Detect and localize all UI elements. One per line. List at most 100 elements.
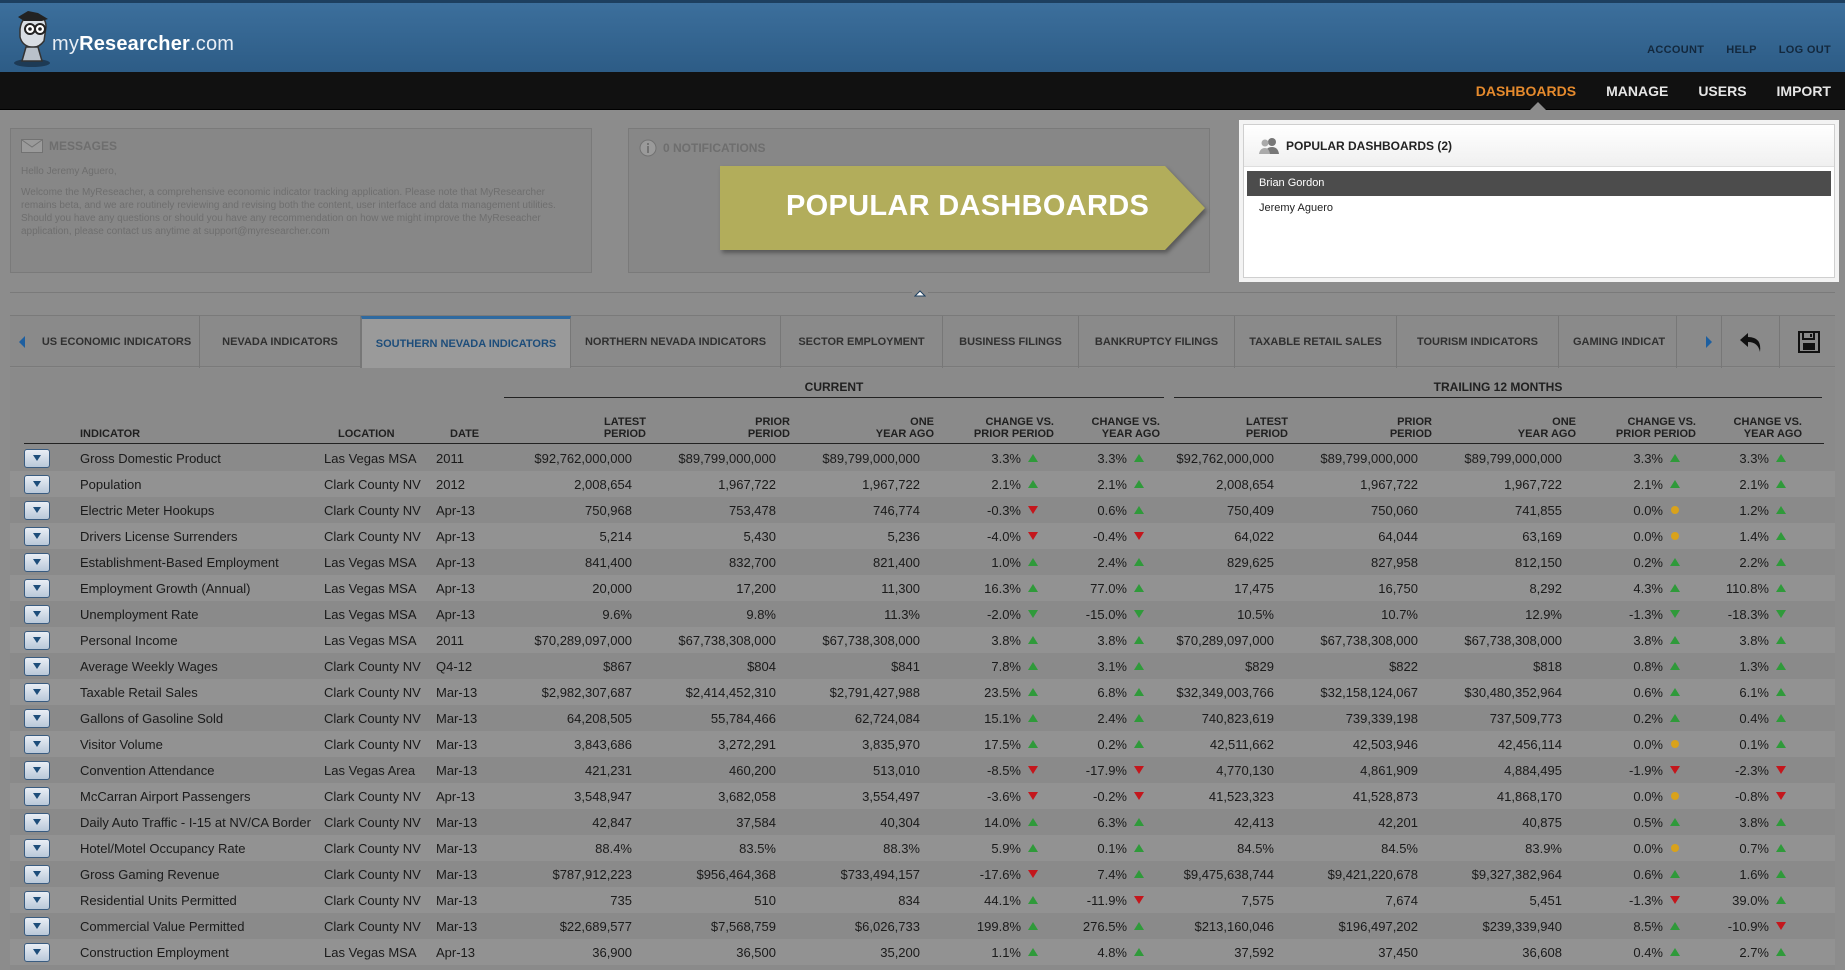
table-row[interactable]: Personal Income Las Vegas MSA 2011 $70,289,…	[10, 627, 1835, 653]
col-oneyear-current[interactable]: ONE YEAR AGO	[790, 410, 934, 443]
row-expand-button[interactable]	[24, 552, 50, 572]
account-link[interactable]: ACCOUNT	[1647, 44, 1704, 56]
indicator-name[interactable]: Residential Units Permitted	[66, 893, 324, 908]
indicator-name[interactable]: Commercial Value Permitted	[66, 919, 324, 934]
tab-taxable-retail-sales[interactable]: TAXABLE RETAIL SALES	[1235, 316, 1397, 368]
table-row[interactable]: Average Weekly Wages Clark County NV Q4-12…	[10, 653, 1835, 679]
row-expand-button[interactable]	[24, 474, 50, 494]
nav-dashboards[interactable]: DASHBOARDS	[1476, 83, 1576, 99]
indicator-name[interactable]: Personal Income	[66, 633, 324, 648]
col-prior-trailing[interactable]: PRIOR PERIOD	[1288, 410, 1432, 443]
col-chgyear-trailing[interactable]: CHANGE VS. YEAR AGO	[1696, 410, 1802, 443]
row-expand-button[interactable]	[24, 500, 50, 520]
indicator-name[interactable]: Employment Growth (Annual)	[66, 581, 324, 596]
tab-nevada-indicators[interactable]: NEVADA INDICATORS	[200, 316, 361, 368]
indicator-name[interactable]: Convention Attendance	[66, 763, 324, 778]
table-row[interactable]: Establishment-Based Employment Las Vegas …	[10, 549, 1835, 575]
nav-users[interactable]: USERS	[1698, 83, 1746, 99]
indicator-name[interactable]: Daily Auto Traffic - I-15 at NV/CA Borde…	[66, 815, 324, 830]
row-expand-button[interactable]	[24, 838, 50, 858]
site-logo-text[interactable]: myResearcher.com	[52, 33, 234, 56]
indicator-name[interactable]: Drivers License Surrenders	[66, 529, 324, 544]
col-chgprior-trailing[interactable]: CHANGE VS. PRIOR PERIOD	[1576, 410, 1696, 443]
row-expand-button[interactable]	[24, 708, 50, 728]
table-row[interactable]: Hotel/Motel Occupancy Rate Clark County N…	[10, 835, 1835, 861]
indicator-name[interactable]: Hotel/Motel Occupancy Rate	[66, 841, 324, 856]
nav-manage[interactable]: MANAGE	[1606, 83, 1668, 99]
table-row[interactable]: Drivers License Surrenders Clark County N…	[10, 523, 1835, 549]
indicator-name[interactable]: Population	[66, 477, 324, 492]
table-row[interactable]: McCarran Airport Passengers Clark County …	[10, 783, 1835, 809]
table-row[interactable]: Visitor Volume Clark County NV Mar-13 3,843…	[10, 731, 1835, 757]
indicator-name[interactable]: Taxable Retail Sales	[66, 685, 324, 700]
table-row[interactable]: Commercial Value Permitted Clark County N…	[10, 913, 1835, 939]
col-latest-current[interactable]: LATEST PERIOD	[510, 410, 646, 443]
row-expand-button[interactable]	[24, 526, 50, 546]
tabs-scroll-left[interactable]	[10, 316, 34, 368]
nav-import[interactable]: IMPORT	[1777, 83, 1831, 99]
row-expand-button[interactable]	[24, 630, 50, 650]
row-expand-button[interactable]	[24, 682, 50, 702]
researcher-mascot-logo[interactable]	[8, 7, 56, 69]
indicator-name[interactable]: Gross Domestic Product	[66, 451, 324, 466]
tab-business-filings[interactable]: BUSINESS FILINGS	[943, 316, 1079, 368]
row-expand-button[interactable]	[24, 786, 50, 806]
popular-dashboard-item[interactable]: Brian Gordon	[1247, 171, 1831, 196]
table-row[interactable]: Construction Employment Las Vegas MSA Apr-…	[10, 939, 1835, 965]
tab-us-economic-indicators[interactable]: US ECONOMIC INDICATORS	[34, 316, 200, 368]
col-prior-current[interactable]: PRIOR PERIOD	[646, 410, 790, 443]
col-latest-trailing[interactable]: LATEST PERIOD	[1160, 410, 1288, 443]
row-expand-button[interactable]	[24, 916, 50, 936]
table-row[interactable]: Employment Growth (Annual) Las Vegas MSA A…	[10, 575, 1835, 601]
indicator-name[interactable]: Establishment-Based Employment	[66, 555, 324, 570]
table-row[interactable]: Convention Attendance Las Vegas Area Mar-1…	[10, 757, 1835, 783]
indicator-name[interactable]: McCarran Airport Passengers	[66, 789, 324, 804]
tab-northern-nevada-indicators[interactable]: NORTHERN NEVADA INDICATORS	[571, 316, 781, 368]
table-row[interactable]: Daily Auto Traffic - I-15 at NV/CA Borde…	[10, 809, 1835, 835]
table-row[interactable]: Unemployment Rate Las Vegas MSA Apr-13 9.6%…	[10, 601, 1835, 627]
col-date[interactable]: DATE	[450, 410, 510, 443]
undo-button[interactable]	[1721, 316, 1779, 368]
row-expand-button[interactable]	[24, 604, 50, 624]
table-row[interactable]: Gallons of Gasoline Sold Clark County NV M…	[10, 705, 1835, 731]
tab-sector-employment[interactable]: SECTOR EMPLOYMENT	[781, 316, 943, 368]
tab-bankruptcy-filings[interactable]: BANKRUPTCY FILINGS	[1079, 316, 1235, 368]
col-chgprior-current[interactable]: CHANGE VS. PRIOR PERIOD	[934, 410, 1054, 443]
col-chgyear-current[interactable]: CHANGE VS. YEAR AGO	[1054, 410, 1160, 443]
col-location[interactable]: LOCATION	[338, 410, 450, 443]
popular-dashboard-item[interactable]: Jeremy Aguero	[1247, 196, 1831, 221]
indicator-name[interactable]: Visitor Volume	[66, 737, 324, 752]
row-expand-button[interactable]	[24, 890, 50, 910]
table-row[interactable]: Residential Units Permitted Clark County …	[10, 887, 1835, 913]
indicator-date: 2011	[436, 632, 464, 648]
indicator-name[interactable]: Gallons of Gasoline Sold	[66, 711, 324, 726]
indicator-name[interactable]: Unemployment Rate	[66, 607, 324, 622]
collapse-panels-button[interactable]	[912, 286, 928, 300]
row-expand-button[interactable]	[24, 734, 50, 754]
row-expand-button[interactable]	[24, 812, 50, 832]
row-expand-button[interactable]	[24, 578, 50, 598]
tab-gaming-indicators[interactable]: GAMING INDICAT	[1559, 316, 1677, 368]
table-row[interactable]: Population Clark County NV 2012 2,008,654 1,…	[10, 471, 1835, 497]
row-expand-button[interactable]	[24, 760, 50, 780]
table-row[interactable]: Electric Meter Hookups Clark County NV Apr…	[10, 497, 1835, 523]
col-oneyear-trailing[interactable]: ONE YEAR AGO	[1432, 410, 1576, 443]
row-expand-button[interactable]	[24, 448, 50, 468]
indicator-name[interactable]: Average Weekly Wages	[66, 659, 324, 674]
col-indicator[interactable]: INDICATOR	[80, 410, 338, 443]
logout-link[interactable]: LOG OUT	[1779, 44, 1831, 56]
row-expand-button[interactable]	[24, 942, 50, 962]
row-expand-button[interactable]	[24, 656, 50, 676]
indicator-name[interactable]: Gross Gaming Revenue	[66, 867, 324, 882]
table-row[interactable]: Taxable Retail Sales Clark County NV Mar-1…	[10, 679, 1835, 705]
tab-tourism-indicators[interactable]: TOURISM INDICATORS	[1397, 316, 1559, 368]
help-link[interactable]: HELP	[1726, 44, 1757, 56]
table-row[interactable]: Gross Domestic Product Las Vegas MSA 2011 $…	[10, 445, 1835, 471]
indicator-name[interactable]: Construction Employment	[66, 945, 324, 960]
save-button[interactable]	[1779, 316, 1837, 368]
tabs-scroll-right[interactable]	[1697, 316, 1721, 368]
table-row[interactable]: Gross Gaming Revenue Clark County NV Mar-1…	[10, 861, 1835, 887]
indicator-name[interactable]: Electric Meter Hookups	[66, 503, 324, 518]
row-expand-button[interactable]	[24, 864, 50, 884]
tab-southern-nevada-indicators[interactable]: SOUTHERN NEVADA INDICATORS	[361, 316, 571, 369]
